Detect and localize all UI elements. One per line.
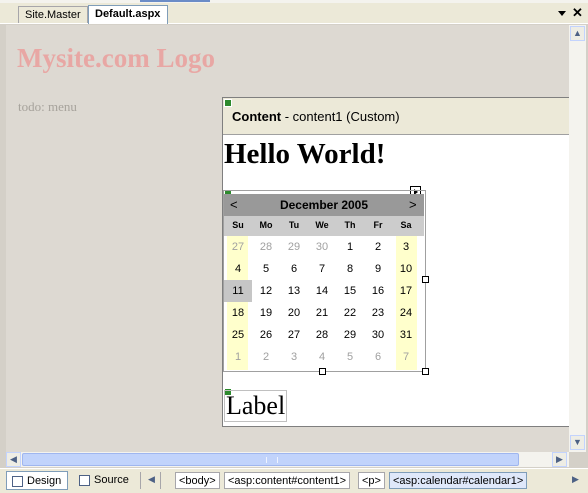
breadcrumb-calendar[interactable]: <asp:calendar#calendar1> (389, 472, 528, 489)
close-tab-icon[interactable]: ✕ (572, 6, 583, 20)
resize-handle-right[interactable] (422, 276, 429, 283)
site-logo-text: Mysite.com Logo (17, 43, 215, 73)
horizontal-scroll-thumb[interactable] (22, 453, 519, 466)
day-header: Su (232, 220, 244, 230)
calendar-day-cell[interactable]: 2 (252, 346, 280, 368)
design-surface: Mysite.com Logo todo: menu Content - con… (6, 25, 569, 452)
calendar-day-cell[interactable]: 12 (252, 280, 280, 302)
calendar-day-cell[interactable]: 26 (252, 324, 280, 346)
calendar-day-cell[interactable]: 6 (364, 346, 392, 368)
calendar-day-cell[interactable]: 10 (392, 258, 420, 280)
calendar-day-cell[interactable]: 8 (336, 258, 364, 280)
tab-site-master[interactable]: Site.Master (18, 6, 88, 23)
day-header: Sa (400, 220, 412, 230)
breadcrumb-scroll-right-icon[interactable]: ▶ (572, 474, 579, 485)
toolbar-divider (160, 472, 161, 489)
day-header: We (315, 220, 329, 230)
source-view-icon (79, 475, 90, 486)
day-header: Th (344, 220, 356, 230)
calendar-day-cell[interactable]: 1 (224, 346, 252, 368)
calendar-day-cell[interactable]: 31 (392, 324, 420, 346)
calendar-day-cell[interactable]: 3 (392, 236, 420, 258)
resize-handle-corner[interactable] (422, 368, 429, 375)
calendar-day-cell[interactable]: 6 (280, 258, 308, 280)
design-view-label: Design (27, 475, 62, 487)
source-view-label: Source (94, 474, 129, 486)
view-toolbar: Design Source ◀ <body> <asp:content#cont… (0, 468, 588, 493)
breadcrumb-scroll-left-icon[interactable]: ◀ (148, 474, 155, 485)
calendar-day-cell[interactable]: 18 (224, 302, 252, 324)
calendar-day-cell[interactable]: 5 (336, 346, 364, 368)
design-view-icon (12, 476, 23, 487)
calendar-day-cell[interactable]: 29 (280, 236, 308, 258)
calendar-day-cell[interactable]: 15 (336, 280, 364, 302)
toolbar-divider (140, 472, 141, 489)
calendar-day-cell[interactable]: 13 (280, 280, 308, 302)
calendar-day-cell[interactable]: 21 (308, 302, 336, 324)
calendar-day-cell[interactable]: 1 (336, 236, 364, 258)
day-header: Mo (259, 220, 273, 230)
calendar-day-cell[interactable]: 7 (392, 346, 420, 368)
calendar-day-cell[interactable]: 5 (252, 258, 280, 280)
calendar-day-cell[interactable]: 25 (224, 324, 252, 346)
day-header: Fr (373, 220, 383, 230)
menu-placeholder: todo: menu (18, 99, 77, 114)
tab-strip-top-border (0, 0, 588, 3)
breadcrumb-paragraph[interactable]: <p> (358, 472, 385, 489)
calendar-day-cell[interactable]: 23 (364, 302, 392, 324)
scroll-down-icon[interactable]: ▼ (570, 435, 585, 450)
content-label: Content (232, 109, 282, 124)
calendar-day-cell[interactable]: 14 (308, 280, 336, 302)
calendar-day-cell[interactable]: 19 (252, 302, 280, 324)
breadcrumb-content[interactable]: <asp:content#content1> (224, 472, 351, 489)
calendar-day-cell[interactable]: 7 (308, 258, 336, 280)
calendar-day-cell[interactable]: 22 (336, 302, 364, 324)
day-header: Tu (288, 220, 300, 230)
calendar-day-cell[interactable]: 30 (308, 236, 336, 258)
calendar-day-cell[interactable]: 4 (224, 258, 252, 280)
calendar-day-cell[interactable]: 16 (364, 280, 392, 302)
scroll-right-icon[interactable]: ▶ (552, 452, 567, 467)
calendar-day-cell[interactable]: 11 (224, 280, 252, 302)
calendar-day-cell[interactable]: 28 (308, 324, 336, 346)
content-region-title: Content - content1 (Custom) (232, 109, 400, 124)
content-region[interactable]: Content - content1 (Custom) Hello World!… (222, 97, 569, 427)
document-tab-strip: Site.Master Default.aspx ✕ (0, 0, 588, 24)
calendar-day-cell[interactable]: 3 (280, 346, 308, 368)
design-view-button[interactable]: Design (6, 471, 68, 490)
calendar-day-cell[interactable]: 27 (224, 236, 252, 258)
calendar-next-month[interactable]: > (409, 197, 417, 212)
source-view-button[interactable]: Source (74, 471, 132, 490)
calendar-control[interactable]: < December 2005 > Su Mo Tu We Th Fr Sa 2… (224, 194, 424, 370)
calendar-day-cell[interactable]: 27 (280, 324, 308, 346)
tab-list-dropdown-icon[interactable] (558, 11, 566, 16)
server-control-glyph-icon (224, 99, 232, 107)
scroll-up-icon[interactable]: ▲ (570, 26, 585, 41)
horizontal-scrollbar[interactable]: ◀ ▶ (6, 452, 569, 467)
calendar-day-header-row: Su Mo Tu We Th Fr Sa (224, 216, 424, 236)
resize-handle-bottom[interactable] (319, 368, 326, 375)
content-id-label: - content1 (Custom) (281, 109, 400, 124)
calendar-day-cell[interactable]: 9 (364, 258, 392, 280)
breadcrumb-body[interactable]: <body> (175, 472, 220, 489)
label-control[interactable]: Label (224, 390, 288, 422)
calendar-day-cell[interactable]: 20 (280, 302, 308, 324)
page-heading[interactable]: Hello World! (224, 138, 385, 171)
calendar-month-title: December 2005 (279, 198, 369, 212)
vertical-scrollbar[interactable]: ▲ ▼ (569, 25, 586, 452)
calendar-day-cell[interactable]: 28 (252, 236, 280, 258)
calendar-day-cell[interactable]: 30 (364, 324, 392, 346)
content-region-header: Content - content1 (Custom) (223, 98, 569, 135)
calendar-grid: 27 28 29 30 1 2 3 4 5 6 7 8 9 10 11 12 13 14 15 16 17 18 19 20 2… (224, 236, 424, 370)
calendar-title-bar: < December 2005 > (224, 194, 424, 216)
tab-default-aspx[interactable]: Default.aspx (88, 5, 168, 24)
scroll-left-icon[interactable]: ◀ (6, 452, 21, 467)
scroll-grip-icon (266, 457, 278, 463)
calendar-day-cell[interactable]: 4 (308, 346, 336, 368)
calendar-day-cell[interactable]: 2 (364, 236, 392, 258)
calendar-day-cell[interactable]: 17 (392, 280, 420, 302)
calendar-day-cell[interactable]: 24 (392, 302, 420, 324)
tab-strip-accent (140, 0, 210, 2)
calendar-day-cell[interactable]: 29 (336, 324, 364, 346)
